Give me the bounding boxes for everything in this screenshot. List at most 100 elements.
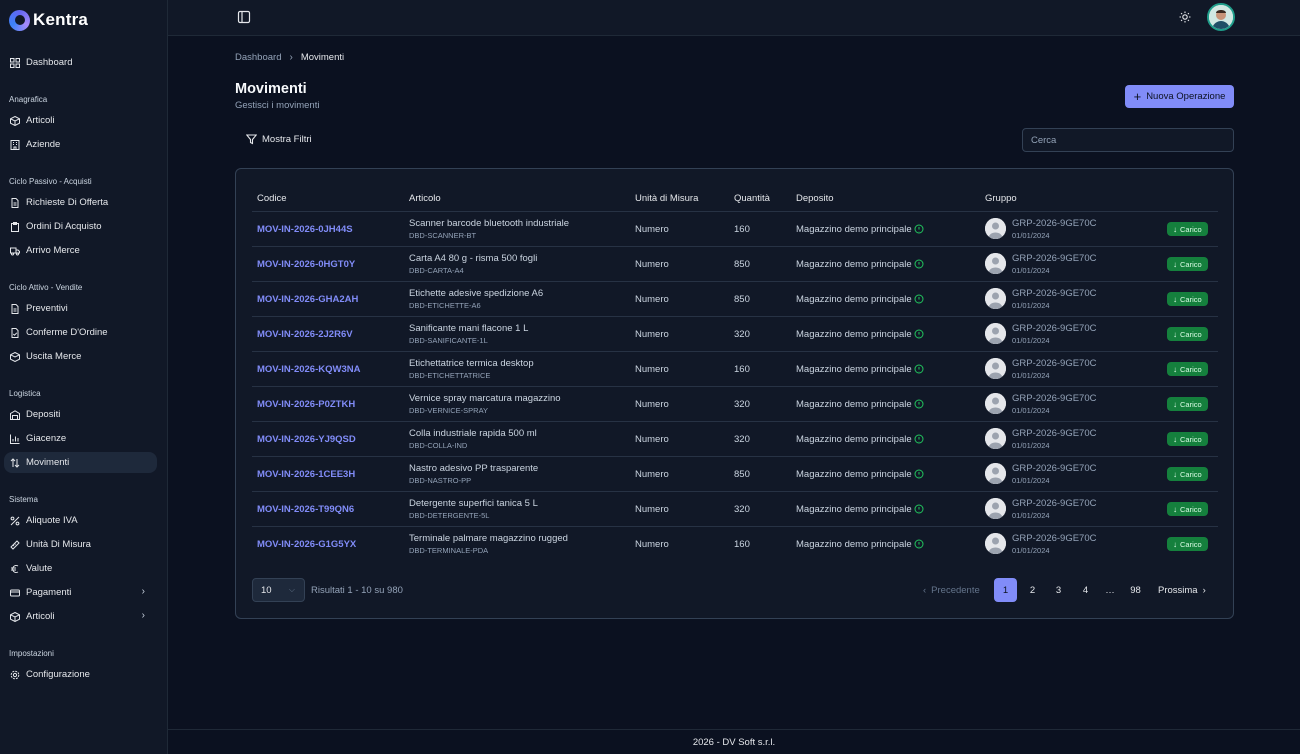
table-row[interactable]: MOV-IN-2026-T99QN6 Detergente superfici t… (252, 491, 1218, 526)
sidebar-item-arrivo-merce[interactable]: Arrivo Merce (4, 240, 157, 261)
next-label: Prossima (1158, 584, 1198, 596)
table-row[interactable]: MOV-IN-2026-0JH44S Scanner barcode blueto… (252, 211, 1218, 246)
pagination-page-2[interactable]: 2 (1021, 578, 1044, 602)
table-row[interactable]: MOV-IN-2026-KQW3NA Etichettatrice termica… (252, 351, 1218, 386)
group-code[interactable]: GRP-2026-9GE70C (1012, 253, 1096, 264)
movement-code-link[interactable]: MOV-IN-2026-T99QN6 (257, 504, 354, 515)
table-row[interactable]: MOV-IN-2026-YJ9QSD Colla industriale rapi… (252, 421, 1218, 456)
movement-code-link[interactable]: MOV-IN-2026-P0ZTKH (257, 399, 355, 410)
group-code[interactable]: GRP-2026-9GE70C (1012, 323, 1096, 334)
article-name: Etichettatrice termica desktop (409, 358, 534, 369)
deposit-name: Magazzino demo principale (796, 434, 912, 445)
show-filters-button[interactable]: Mostra Filtri (246, 134, 312, 145)
movement-code-link[interactable]: MOV-IN-2026-1CEE3H (257, 469, 355, 480)
breadcrumb-dashboard-link[interactable]: Dashboard (235, 52, 281, 63)
article-name: Sanificante mani flacone 1 L (409, 323, 529, 334)
column-header-gruppo[interactable]: Gruppo (985, 193, 1017, 204)
sidebar-item-uscita-merce[interactable]: Uscita Merce (4, 346, 157, 367)
sidebar-item-label: Configurazione (26, 669, 90, 680)
grid-icon (9, 57, 20, 68)
column-header-deposito[interactable]: Deposito (796, 193, 834, 204)
group-code[interactable]: GRP-2026-9GE70C (1012, 218, 1096, 229)
info-icon[interactable] (914, 504, 924, 514)
page-size-select[interactable]: 10 ⌵ (252, 578, 305, 602)
brand-logo[interactable]: Kentra (9, 9, 88, 31)
movement-code-link[interactable]: MOV-IN-2026-GHA2AH (257, 294, 358, 305)
truck-icon (9, 245, 20, 256)
badge-label: Carico (1180, 399, 1202, 409)
pagination-previous-button[interactable]: ‹ Precedente (923, 578, 980, 602)
movement-code-link[interactable]: MOV-IN-2026-YJ9QSD (257, 434, 356, 445)
sidebar-item-pagamenti[interactable]: Pagamenti › (4, 582, 157, 603)
table-row[interactable]: MOV-IN-2026-P0ZTKH Vernice spray marcatur… (252, 386, 1218, 421)
sidebar-item-dashboard[interactable]: Dashboard (4, 52, 157, 73)
pagination-page-1[interactable]: 1 (994, 578, 1017, 602)
sidebar-item-giacenze[interactable]: Giacenze (4, 428, 157, 449)
table-row[interactable]: MOV-IN-2026-2J2R6V Sanificante mani flaco… (252, 316, 1218, 351)
movement-code-link[interactable]: MOV-IN-2026-KQW3NA (257, 364, 360, 375)
info-icon[interactable] (914, 224, 924, 234)
info-icon[interactable] (914, 259, 924, 269)
group-code[interactable]: GRP-2026-9GE70C (1012, 358, 1096, 369)
movement-code-link[interactable]: MOV-IN-2026-2J2R6V (257, 329, 353, 340)
pagination-page-4[interactable]: 4 (1074, 578, 1097, 602)
user-avatar[interactable] (1207, 3, 1235, 31)
sidebar-item-configurazione[interactable]: Configurazione (4, 664, 157, 685)
sidebar-item-richieste-di-offerta[interactable]: Richieste Di Offerta (4, 192, 157, 213)
search-input[interactable] (1022, 128, 1234, 152)
info-icon[interactable] (914, 399, 924, 409)
group-date: 01/01/2024 (1012, 476, 1050, 485)
info-icon[interactable] (914, 469, 924, 479)
sidebar-item-articoli[interactable]: Articoli (4, 110, 157, 131)
badge-label: Carico (1180, 329, 1202, 339)
column-header-quantita[interactable]: Quantità (734, 193, 770, 204)
new-operation-button[interactable]: + Nuova Operazione (1125, 85, 1234, 108)
table-row[interactable]: MOV-IN-2026-G1G5YX Terminale palmare maga… (252, 526, 1218, 561)
info-icon[interactable] (914, 329, 924, 339)
badge-label: Carico (1180, 364, 1202, 374)
movement-code-link[interactable]: MOV-IN-2026-0JH44S (257, 224, 353, 235)
info-icon[interactable] (914, 364, 924, 374)
sidebar-item-depositi[interactable]: Depositi (4, 404, 157, 425)
sidebar-item-label: Richieste Di Offerta (26, 197, 109, 208)
sidebar-item-preventivi[interactable]: Preventivi (4, 298, 157, 319)
column-header-codice[interactable]: Codice (257, 193, 287, 204)
sidebar-item-unita-di-misura[interactable]: Unità Di Misura (4, 534, 157, 555)
info-icon[interactable] (914, 539, 924, 549)
group-code[interactable]: GRP-2026-9GE70C (1012, 463, 1096, 474)
pagination-page-98[interactable]: 98 (1124, 578, 1147, 602)
sidebar-item-conferme-d-ordine[interactable]: Conferme D'Ordine (4, 322, 157, 343)
info-icon[interactable] (914, 434, 924, 444)
group-code[interactable]: GRP-2026-9GE70C (1012, 393, 1096, 404)
deposit-name: Magazzino demo principale (796, 329, 912, 340)
sidebar-item-movimenti[interactable]: Movimenti (4, 452, 157, 473)
sidebar-item-aziende[interactable]: Aziende (4, 134, 157, 155)
table-row[interactable]: MOV-IN-2026-0HGT0Y Carta A4 80 g - risma … (252, 246, 1218, 281)
sidebar-item-label: Conferme D'Ordine (26, 327, 108, 338)
pagination-page-3[interactable]: 3 (1047, 578, 1070, 602)
pagination-next-button[interactable]: Prossima › (1158, 578, 1206, 602)
status-badge: ↓ Carico (1167, 327, 1208, 341)
column-header-unita-di-misura[interactable]: Unità di Misura (635, 193, 698, 204)
article-name: Carta A4 80 g - risma 500 fogli (409, 253, 538, 264)
info-icon[interactable] (914, 294, 924, 304)
sidebar-item-valute[interactable]: Valute (4, 558, 157, 579)
article-name: Terminale palmare magazzino rugged (409, 533, 568, 544)
group-code[interactable]: GRP-2026-9GE70C (1012, 288, 1096, 299)
movement-code-link[interactable]: MOV-IN-2026-0HGT0Y (257, 259, 355, 270)
box-icon (9, 611, 20, 622)
sun-icon[interactable] (1179, 11, 1191, 23)
table-row[interactable]: MOV-IN-2026-GHA2AH Etichette adesive sped… (252, 281, 1218, 316)
group-code[interactable]: GRP-2026-9GE70C (1012, 428, 1096, 439)
movement-code-link[interactable]: MOV-IN-2026-G1G5YX (257, 539, 356, 550)
sidebar-item-aliquote-iva[interactable]: Aliquote IVA (4, 510, 157, 531)
sidebar-item-articoli-settings[interactable]: Articoli › (4, 606, 157, 627)
table-row[interactable]: MOV-IN-2026-1CEE3H Nastro adesivo PP tras… (252, 456, 1218, 491)
group-code[interactable]: GRP-2026-9GE70C (1012, 498, 1096, 509)
status-badge: ↓ Carico (1167, 537, 1208, 551)
sidebar-item-ordini-di-acquisto[interactable]: Ordini Di Acquisto (4, 216, 157, 237)
column-header-articolo[interactable]: Articolo (409, 193, 441, 204)
group-code[interactable]: GRP-2026-9GE70C (1012, 533, 1096, 544)
status-badge: ↓ Carico (1167, 257, 1208, 271)
sidebar-toggle-icon[interactable] (237, 10, 251, 24)
